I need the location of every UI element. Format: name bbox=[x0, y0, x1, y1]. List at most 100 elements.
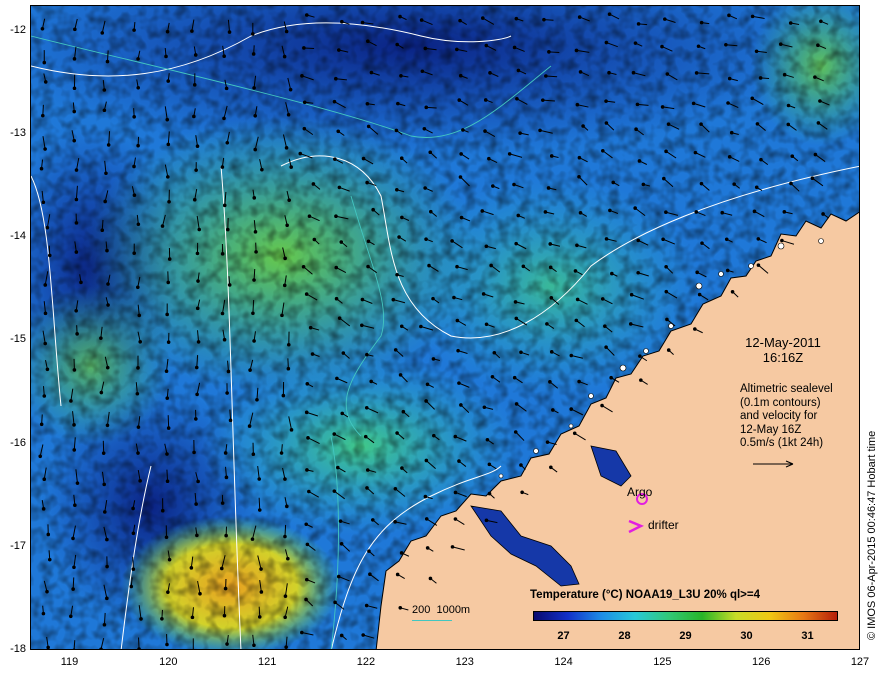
velocity-arrow-head bbox=[285, 504, 289, 509]
velocity-arrow-head bbox=[252, 339, 256, 343]
velocity-arrow-head bbox=[575, 297, 580, 302]
velocity-arrow-head bbox=[196, 479, 200, 484]
velocity-arrow-head bbox=[545, 322, 549, 326]
velocity-arrow-head bbox=[578, 70, 583, 74]
velocity-arrow-head bbox=[165, 117, 170, 122]
velocity-arrow-head bbox=[135, 391, 140, 396]
velocity-arrow-head bbox=[72, 648, 76, 649]
velocity-arrow-head bbox=[194, 365, 199, 370]
velocity-arrow-head bbox=[786, 103, 791, 108]
velocity-arrow-head bbox=[543, 210, 548, 214]
velocity-arrow-head bbox=[252, 278, 256, 282]
velocity-arrow-head bbox=[484, 244, 489, 249]
velocity-arrow-head bbox=[459, 403, 463, 407]
velocity-arrow-head bbox=[549, 154, 554, 158]
velocity-arrow-head bbox=[250, 32, 255, 36]
velocity-arrow-head bbox=[368, 572, 372, 577]
velocity-arrow-head bbox=[222, 116, 226, 121]
velocity-arrow-head bbox=[481, 292, 486, 296]
velocity-arrow-head bbox=[220, 165, 225, 169]
velocity-arrow-head bbox=[219, 566, 224, 571]
lat-tick: -12 bbox=[10, 23, 26, 36]
velocity-arrow-head bbox=[816, 121, 821, 125]
velocity-arrow-head bbox=[395, 42, 399, 47]
velocity-arrow-head bbox=[224, 475, 229, 480]
velocity-arrow-head bbox=[334, 214, 338, 219]
velocity-arrow-head bbox=[457, 98, 462, 102]
velocity-arrow-head bbox=[43, 283, 48, 287]
velocity-arrow-head bbox=[431, 357, 436, 361]
velocity-arrow-head bbox=[365, 468, 370, 472]
velocity-arrow-head bbox=[398, 14, 402, 19]
velocity-arrow-head bbox=[664, 149, 668, 154]
velocity-arrow-head bbox=[419, 18, 424, 22]
velocity-arrow-head bbox=[489, 263, 493, 268]
velocity-arrow-head bbox=[424, 399, 428, 403]
velocity-arrow-head bbox=[197, 227, 202, 232]
velocity-arrow-head bbox=[103, 510, 107, 514]
velocity-arrow-head bbox=[428, 209, 433, 214]
velocity-arrow-head bbox=[337, 48, 341, 52]
velocity-arrow-head bbox=[699, 20, 704, 25]
velocity-arrow-head bbox=[166, 426, 171, 430]
velocity-arrow-head bbox=[367, 549, 371, 553]
velocity-arrow-head bbox=[304, 410, 309, 415]
velocity-arrow-head bbox=[45, 367, 50, 372]
velocity-arrow-head bbox=[337, 316, 342, 320]
velocity-arrow-head bbox=[43, 341, 48, 346]
velocity-arrow-head bbox=[160, 616, 164, 621]
velocity-arrow-head bbox=[541, 98, 545, 102]
velocity-arrow-head bbox=[136, 57, 140, 61]
lat-tick: -18 bbox=[10, 643, 26, 655]
velocity-arrow-head bbox=[697, 292, 702, 297]
velocity-arrow-head bbox=[310, 352, 315, 356]
velocity-arrow-head bbox=[423, 494, 428, 499]
velocity-arrow-head bbox=[458, 73, 463, 78]
lon-tick: 120 bbox=[159, 656, 178, 668]
velocity-arrow-head bbox=[604, 237, 609, 241]
velocity-arrow-head bbox=[365, 486, 369, 490]
velocity-arrow-head bbox=[759, 157, 763, 162]
velocity-arrow-head bbox=[192, 450, 196, 455]
sst-map[interactable] bbox=[30, 5, 860, 650]
colorbar-tick: 30 bbox=[740, 630, 753, 642]
velocity-arrow-head bbox=[252, 196, 257, 200]
velocity-arrow-head bbox=[720, 210, 725, 215]
velocity-arrow-head bbox=[480, 16, 485, 20]
velocity-arrow-head bbox=[105, 423, 110, 428]
velocity-arrow-head bbox=[225, 391, 229, 395]
velocity-arrow-head bbox=[611, 180, 616, 185]
velocity-arrow-head bbox=[492, 350, 497, 355]
velocity-arrow-head bbox=[578, 211, 583, 215]
velocity-arrow-head bbox=[548, 265, 553, 270]
velocity-arrow-head bbox=[224, 86, 229, 91]
velocity-arrow-head bbox=[453, 434, 458, 439]
velocity-arrow-head bbox=[284, 645, 288, 649]
velocity-arrow-head bbox=[74, 168, 79, 172]
velocity-arrow-head bbox=[259, 590, 264, 594]
velocity-arrow-head bbox=[72, 57, 77, 61]
velocity-arrow-head bbox=[636, 270, 640, 275]
velocity-arrow-head bbox=[397, 235, 401, 239]
velocity-arrow-head bbox=[305, 382, 310, 386]
velocity-arrow-head bbox=[39, 166, 44, 171]
velocity-arrow-head bbox=[461, 128, 465, 132]
velocity-arrow-head bbox=[167, 557, 172, 562]
velocity-arrow-head bbox=[139, 617, 143, 621]
velocity-arrow-head bbox=[71, 536, 75, 541]
velocity-arrow-head bbox=[538, 128, 542, 133]
velocity-arrow-head bbox=[194, 168, 198, 172]
sst-map-canvas bbox=[31, 6, 859, 649]
velocity-arrow-head bbox=[548, 380, 552, 384]
velocity-arrow-head bbox=[220, 501, 225, 505]
velocity-arrow-head bbox=[428, 150, 433, 155]
time-text: 16:16Z bbox=[762, 350, 804, 365]
velocity-arrow-head bbox=[365, 352, 369, 357]
velocity-arrow-head bbox=[196, 340, 201, 344]
velocity-arrow-head bbox=[732, 182, 736, 186]
velocity-arrow-head bbox=[516, 68, 521, 73]
velocity-arrow-head bbox=[600, 403, 604, 408]
velocity-arrow-head bbox=[577, 379, 581, 384]
velocity-arrow-head bbox=[428, 576, 433, 581]
velocity-arrow-head bbox=[136, 222, 141, 227]
